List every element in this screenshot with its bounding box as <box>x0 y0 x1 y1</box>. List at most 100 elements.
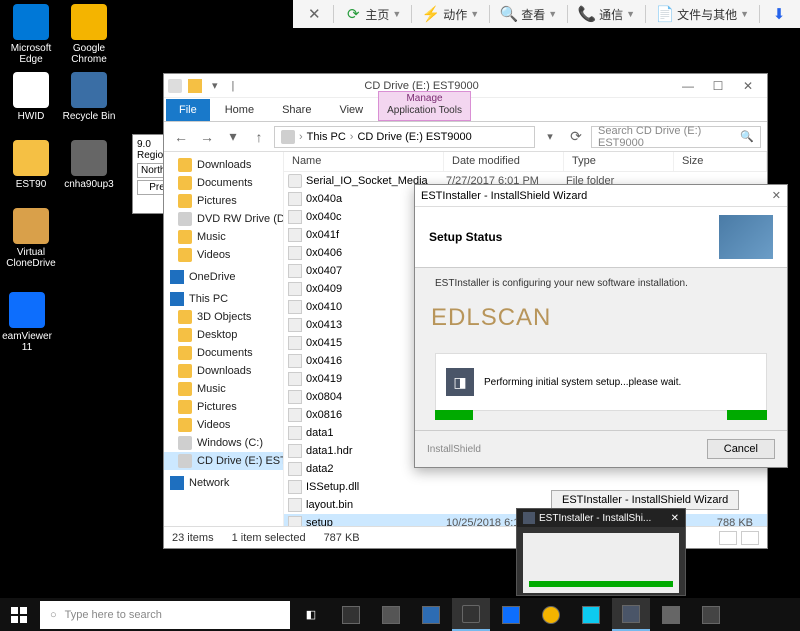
nav-item-downloads[interactable]: Downloads <box>164 362 283 380</box>
nav-item-downloads[interactable]: Downloads <box>164 156 283 174</box>
nav-item-network[interactable]: Network <box>164 474 283 492</box>
taskbar-app-2[interactable] <box>372 598 410 631</box>
installer-dialog: ESTInstaller - InstallShield Wizard ✕ Se… <box>414 184 788 468</box>
installer-close-button[interactable]: ✕ <box>772 189 781 202</box>
taskbar-chrome[interactable] <box>532 598 570 631</box>
nav-item-windows-c-[interactable]: Windows (C:) <box>164 434 283 452</box>
qat-dropdown-icon[interactable]: ▾ <box>208 79 222 92</box>
search-input[interactable]: Search CD Drive (E:) EST9000 🔍 <box>591 126 761 148</box>
column-headers[interactable]: Name Date modified Type Size <box>284 152 767 172</box>
back-button[interactable]: ← <box>170 126 192 148</box>
progress-bar <box>435 410 767 420</box>
col-type[interactable]: Type <box>564 152 674 171</box>
taskbar-search[interactable]: ○ Type here to search <box>40 601 290 629</box>
status-items: 23 items <box>172 532 214 544</box>
view-large-icons-button[interactable] <box>741 531 759 545</box>
file-size: 788 KB <box>676 517 763 526</box>
file-icon <box>288 264 302 278</box>
thumbnail-preview-body[interactable] <box>523 533 679 593</box>
nav-item-music[interactable]: Music <box>164 228 283 246</box>
taskbar-app-4[interactable] <box>492 598 530 631</box>
maximize-button[interactable]: ☐ <box>703 76 733 96</box>
taskbar-app-7[interactable] <box>692 598 730 631</box>
icon-label: Google Chrome <box>62 43 116 65</box>
comm-toolbar-item[interactable]: 📞通信▼ <box>572 3 641 25</box>
taskbar-app-5[interactable] <box>572 598 610 631</box>
path-drive-icon <box>281 130 295 144</box>
taskbar-thumbnail[interactable]: ESTInstaller - InstallShi... ✕ <box>516 508 686 596</box>
view-toolbar-item[interactable]: 🔍查看▼ <box>494 3 563 25</box>
files-toolbar-item[interactable]: 📄文件与其他▼ <box>650 3 755 25</box>
tab-view[interactable]: View <box>326 99 376 121</box>
nav-item-this-pc[interactable]: This PC <box>164 290 283 308</box>
nav-label: Music <box>197 231 226 243</box>
nav-item-onedrive[interactable]: OneDrive <box>164 268 283 286</box>
nav-item-3d-objects[interactable]: 3D Objects <box>164 308 283 326</box>
taskbar-explorer[interactable] <box>452 598 490 631</box>
vclone-icon[interactable]: Virtual CloneDrive <box>4 208 58 269</box>
cancel-button[interactable]: Cancel <box>707 439 775 459</box>
view-details-button[interactable] <box>719 531 737 545</box>
nav-item-music[interactable]: Music <box>164 380 283 398</box>
col-size[interactable]: Size <box>674 152 767 171</box>
col-name[interactable]: Name <box>284 152 444 171</box>
nav-label: Music <box>197 383 226 395</box>
recent-dropdown[interactable]: ▾ <box>222 126 244 148</box>
separator <box>333 5 334 23</box>
nav-item-desktop[interactable]: Desktop <box>164 326 283 344</box>
status-size: 787 KB <box>324 532 360 544</box>
file-icon <box>288 408 302 422</box>
nav-item-cd-drive-e-est[interactable]: CD Drive (E:) EST <box>164 452 283 470</box>
minimize-button[interactable]: — <box>673 76 703 96</box>
file-icon <box>288 336 302 350</box>
edge-icon[interactable]: Microsoft Edge <box>4 4 58 65</box>
nav-item-videos[interactable]: Videos <box>164 246 283 264</box>
file-icon <box>288 444 302 458</box>
recycle-icon[interactable]: Recycle Bin <box>62 72 116 122</box>
action-toolbar-item[interactable]: ⚡动作▼ <box>416 3 485 25</box>
nav-item-videos[interactable]: Videos <box>164 416 283 434</box>
installer-titlebar[interactable]: ESTInstaller - InstallShield Wizard ✕ <box>415 185 787 207</box>
teamviewer-icon[interactable]: eamViewer 11 <box>0 292 54 353</box>
tab-home[interactable]: Home <box>212 99 267 121</box>
col-date[interactable]: Date modified <box>444 152 564 171</box>
nav-item-documents[interactable]: Documents <box>164 174 283 192</box>
nav-item-pictures[interactable]: Pictures <box>164 192 283 210</box>
cnha-icon[interactable]: cnha90up3 <box>62 140 116 190</box>
taskbar-app-3[interactable] <box>412 598 450 631</box>
forward-button[interactable]: → <box>196 126 218 148</box>
nav-item-pictures[interactable]: Pictures <box>164 398 283 416</box>
chevron-right-icon: › <box>299 131 303 143</box>
home-toolbar-item[interactable]: ⟳主页▼ <box>338 3 407 25</box>
taskbar-installer[interactable] <box>612 598 650 631</box>
close-icon: ✕ <box>305 5 323 23</box>
download-toolbar-item[interactable]: ⬇ <box>764 3 794 25</box>
task-view-button[interactable]: ◧ <box>292 598 330 631</box>
separator <box>759 5 760 23</box>
path-dropdown[interactable]: ▾ <box>539 126 561 148</box>
taskbar-app-6[interactable] <box>652 598 690 631</box>
refresh-button[interactable]: ⟳ <box>565 126 587 148</box>
hwid-icon[interactable]: HWID <box>4 72 58 122</box>
up-button[interactable]: ↑ <box>248 126 270 148</box>
crumb-drive[interactable]: CD Drive (E:) EST9000 <box>357 131 471 143</box>
chrome-icon[interactable]: Google Chrome <box>62 4 116 65</box>
folder-icon <box>178 248 192 262</box>
taskbar-app-1[interactable] <box>332 598 370 631</box>
crumb-this-pc[interactable]: This PC <box>307 131 346 143</box>
thumbnail-close-button[interactable]: ✕ <box>671 513 679 524</box>
nav-label: Videos <box>197 419 230 431</box>
nav-item-documents[interactable]: Documents <box>164 344 283 362</box>
close-button[interactable]: ✕ <box>733 76 763 96</box>
nav-label: Videos <box>197 249 230 261</box>
nav-item-dvd-rw-drive-d[interactable]: DVD RW Drive (D <box>164 210 283 228</box>
icon-label: Virtual CloneDrive <box>4 247 58 269</box>
est90-icon[interactable]: EST90 <box>4 140 58 190</box>
breadcrumb[interactable]: › This PC › CD Drive (E:) EST9000 <box>274 126 535 148</box>
tab-file[interactable]: File <box>166 99 210 121</box>
start-button[interactable] <box>0 598 38 631</box>
progress-panel: ◨ Performing initial system setup...plea… <box>435 353 767 411</box>
close-toolbar-item[interactable]: ✕ <box>299 3 329 25</box>
tab-manage[interactable]: Manage Application Tools <box>378 91 471 121</box>
tab-share[interactable]: Share <box>269 99 324 121</box>
